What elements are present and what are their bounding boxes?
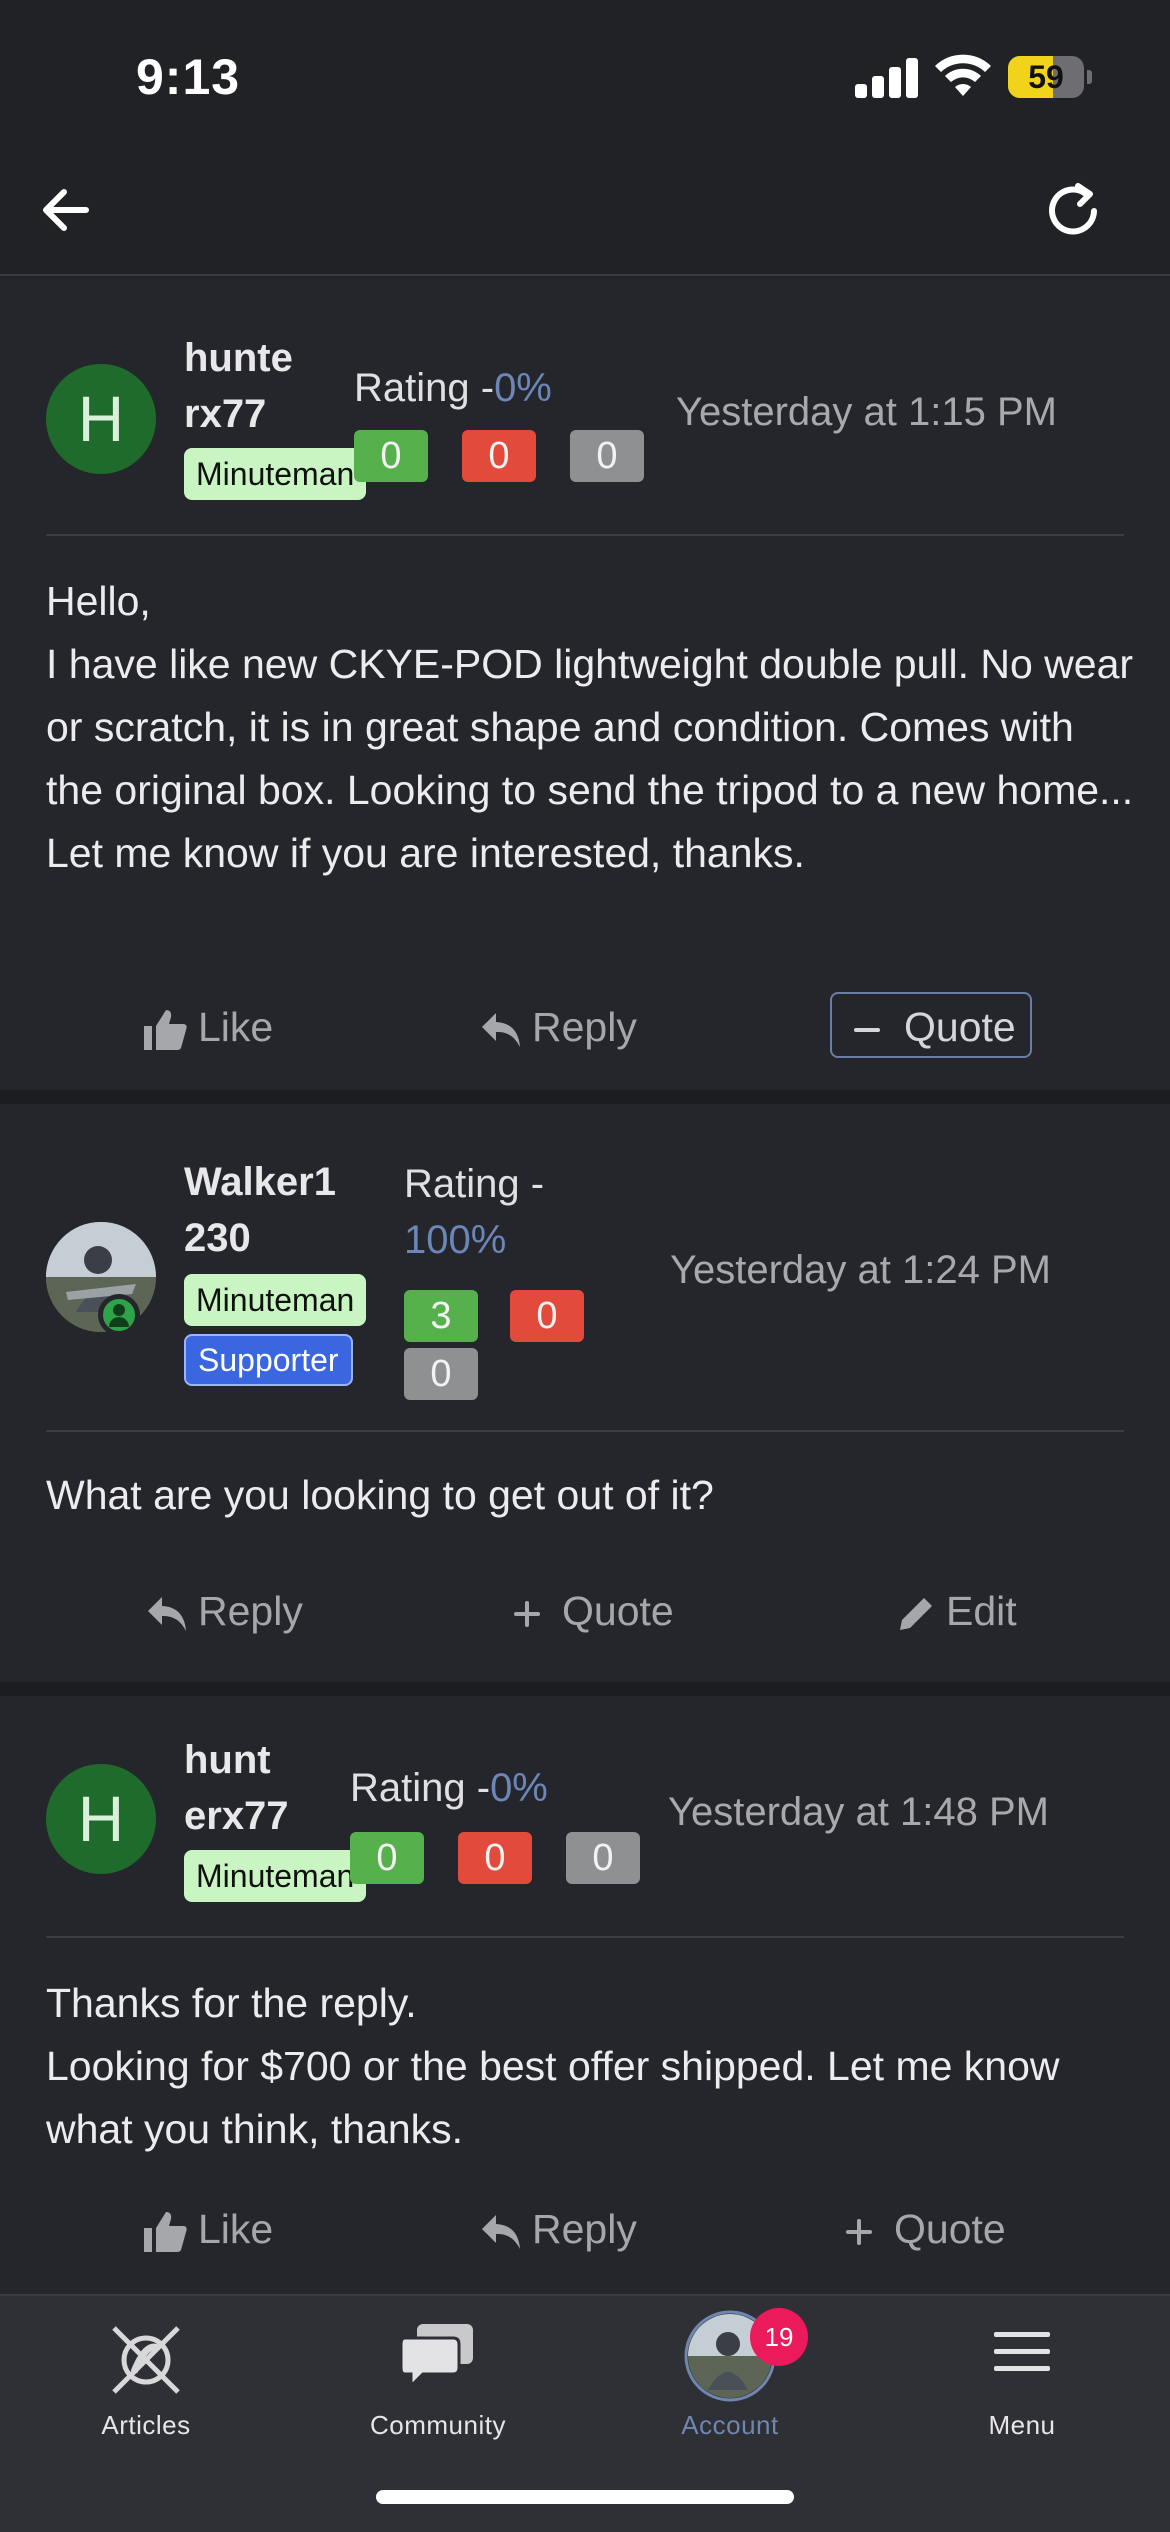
username[interactable]: Walker1 230 bbox=[184, 1154, 336, 1266]
plus-icon bbox=[846, 2219, 872, 2246]
quote-button[interactable]: Quote bbox=[830, 992, 1032, 1058]
post-body: Hello, I have like new CKYE-POD lightwei… bbox=[46, 578, 1134, 876]
divider bbox=[46, 1936, 1124, 1938]
arrow-left-icon[interactable] bbox=[36, 180, 96, 240]
status-time: 9:13 bbox=[136, 49, 241, 105]
like-button[interactable]: Like bbox=[142, 994, 273, 1060]
notification-badge: 19 bbox=[750, 2308, 808, 2366]
rating-label: Rating -0% bbox=[350, 1766, 548, 1810]
thumbs-up-icon bbox=[144, 2212, 187, 2253]
post: H hunte rx77 Minuteman Rating -0% 0 0 0 … bbox=[0, 278, 1170, 1090]
minuteman-badge: Minuteman bbox=[184, 448, 367, 500]
positive-score: 3 bbox=[404, 1290, 478, 1342]
thumbs-up-icon bbox=[144, 1010, 187, 1051]
reply-icon bbox=[148, 1597, 186, 1632]
pencil-icon bbox=[900, 1598, 932, 1631]
online-status-icon bbox=[98, 1294, 140, 1336]
reply-icon bbox=[482, 2215, 520, 2250]
post-separator bbox=[0, 1090, 1170, 1104]
divider bbox=[46, 534, 1124, 536]
post-body: What are you looking to get out of it? bbox=[46, 1472, 714, 1518]
neutral-score: 0 bbox=[566, 1832, 640, 1884]
articles-logo-icon bbox=[112, 2326, 180, 2394]
reply-button[interactable]: Reply bbox=[480, 2196, 637, 2262]
wifi-icon bbox=[935, 54, 991, 96]
rating-label: Rating - 100% bbox=[404, 1162, 545, 1262]
hamburger-menu-icon bbox=[994, 2332, 1050, 2371]
post: Walker1 230 Minuteman Supporter Rating -… bbox=[0, 1104, 1170, 1682]
negative-score: 0 bbox=[462, 430, 536, 482]
post-separator bbox=[0, 1682, 1170, 1696]
minus-icon bbox=[854, 1028, 880, 1033]
minuteman-badge: Minuteman bbox=[184, 1850, 367, 1902]
refresh-icon[interactable] bbox=[1040, 178, 1106, 244]
neutral-score: 0 bbox=[404, 1348, 478, 1400]
plus-icon bbox=[514, 1601, 540, 1628]
status-bar: 9:13 59 bbox=[0, 0, 1170, 150]
reply-button[interactable]: Reply bbox=[480, 994, 637, 1060]
chat-bubbles-icon bbox=[401, 2324, 473, 2390]
post-timestamp[interactable]: Yesterday at 1:15 PM bbox=[676, 390, 1057, 435]
battery-icon: 59 bbox=[1008, 56, 1092, 98]
supporter-badge: Supporter bbox=[184, 1334, 353, 1386]
rating-label: Rating -0% bbox=[354, 366, 552, 410]
home-indicator[interactable] bbox=[376, 2490, 794, 2504]
reply-button[interactable]: Reply bbox=[146, 1578, 303, 1644]
positive-score: 0 bbox=[350, 1832, 424, 1884]
post-timestamp[interactable]: Yesterday at 1:48 PM bbox=[668, 1790, 1049, 1835]
like-button[interactable]: Like bbox=[142, 2196, 273, 2262]
reply-icon bbox=[482, 1013, 520, 1048]
post: H hunt erx77 Minuteman Rating -0% 0 0 0 … bbox=[0, 1696, 1170, 2294]
username[interactable]: hunte rx77 bbox=[184, 330, 293, 442]
edit-button[interactable]: Edit bbox=[896, 1578, 1017, 1644]
minuteman-badge: Minuteman bbox=[184, 1274, 367, 1326]
negative-score: 0 bbox=[510, 1290, 584, 1342]
tab-articles[interactable]: Articles bbox=[0, 2296, 292, 2456]
tab-menu[interactable]: Menu bbox=[876, 2296, 1168, 2456]
quote-button[interactable]: Quote bbox=[844, 2196, 1006, 2262]
cellular-signal-icon bbox=[855, 58, 919, 98]
post-timestamp[interactable]: Yesterday at 1:24 PM bbox=[670, 1248, 1051, 1293]
positive-score: 0 bbox=[354, 430, 428, 482]
nav-bar bbox=[0, 150, 1170, 276]
tab-account[interactable]: 19 Account bbox=[584, 2296, 876, 2456]
battery-percentage: 59 bbox=[1028, 59, 1064, 95]
neutral-score: 0 bbox=[570, 430, 644, 482]
negative-score: 0 bbox=[458, 1832, 532, 1884]
avatar[interactable]: H bbox=[46, 1764, 156, 1874]
username[interactable]: hunt erx77 bbox=[184, 1732, 289, 1844]
post-body: Thanks for the reply. Looking for $700 o… bbox=[46, 1980, 1060, 2152]
quote-button[interactable]: Quote bbox=[512, 1578, 674, 1644]
divider bbox=[46, 1430, 1124, 1432]
tab-community[interactable]: Community bbox=[292, 2296, 584, 2456]
avatar[interactable]: H bbox=[46, 364, 156, 474]
